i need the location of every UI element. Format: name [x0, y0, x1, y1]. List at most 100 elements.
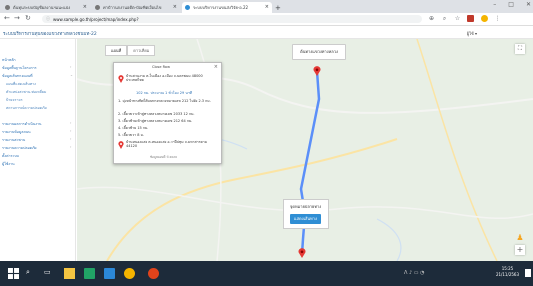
browser-toolbar: ← → ↻ ⓘ www.sample.go.th/project/map/ind…: [0, 13, 533, 26]
url-text: www.sample.go.th/project/map/index.php?: [53, 16, 139, 22]
popup-header: Close Row: [152, 65, 170, 69]
route-summary: 102 กม. ประมาณ 1 ชั่วโมง 29 นาที: [136, 91, 192, 95]
task-view-icon[interactable]: ▭: [44, 268, 55, 279]
edge-app-icon[interactable]: [104, 268, 115, 279]
windows-start-icon[interactable]: [8, 268, 19, 279]
origin-pin-icon: [118, 75, 124, 83]
sidebar-item-label: รายงานสะพาน: [2, 138, 26, 142]
notification-icon[interactable]: [525, 269, 531, 277]
map-type-tabs: แผนที่ ดาวเทียม: [105, 45, 156, 56]
fullscreen-button[interactable]: ⛶: [515, 44, 525, 54]
sidebar-item-label: ผู้ใช้งาน: [2, 162, 15, 166]
sidebar-item-project-info[interactable]: ข้อมูลพื้นฐานโครงการ ›: [2, 65, 71, 71]
chevron-down-icon: ⌄: [70, 73, 74, 77]
tab-map[interactable]: แผนที่: [105, 45, 128, 56]
sidebar-item-label: ตำแหน่งสะพาน-ท่อเหลี่ยม: [6, 90, 47, 94]
sidebar-item-report-bridges[interactable]: รายงานสะพาน ›: [2, 137, 71, 143]
destination-info-card: จุดหมายปลายทาง แสดงเส้นทาง: [283, 199, 329, 229]
bookmark-star-icon[interactable]: ☆: [454, 15, 461, 22]
direction-step: 2. เลี้ยวขวาเข้าสู่ทางหลวงหมายเลข 2033 1…: [118, 112, 195, 116]
chrome-app-icon[interactable]: [124, 268, 135, 279]
forward-arrow-icon[interactable]: →: [14, 14, 20, 22]
taskbar-clock[interactable]: 15:25 21/11/2563: [496, 266, 519, 278]
windows-taskbar: ⌕ ▭ ᐱ ♪ ▭ ◔ 15:25 21/11/2563: [0, 261, 533, 286]
sidebar-item-home[interactable]: หน้าหลัก: [2, 57, 16, 63]
user-menu[interactable]: ผู้ใช้ ▾: [467, 30, 477, 37]
sidebar-item-settings[interactable]: ตั้งค่าระบบ: [2, 153, 19, 159]
clock-date: 21/11/2563: [495, 272, 519, 277]
popup-footer: ข้อมูลแผนที่ ©2020: [150, 155, 177, 159]
pegman-icon[interactable]: ♟: [515, 233, 525, 243]
zoom-icon[interactable]: ⌕: [441, 15, 448, 22]
translate-icon[interactable]: ⊕: [428, 15, 435, 22]
sidebar: หน้าหลัก ข้อมูลพื้นฐานโครงการ › ข้อมูลเส้…: [0, 39, 76, 261]
sidebar-item-bridge-location[interactable]: ตำแหน่งสะพาน-ท่อเหลี่ยม: [6, 89, 46, 95]
direction-step: 4. เลี้ยวซ้าย 15 กม.: [118, 126, 149, 130]
close-tab-icon[interactable]: ×: [173, 4, 177, 10]
sidebar-item-safety[interactable]: สถานการณ์ความปลอดภัย: [6, 105, 47, 111]
sidebar-item-map-route[interactable]: แผนที่แสดงเส้นทาง: [6, 81, 36, 87]
destination-marker-icon[interactable]: [298, 248, 306, 258]
directions-popup: Close Row × บ้านสวนงาม ต.ในเมือง อ.เมือง…: [113, 62, 222, 164]
sidebar-item-traffic-signs[interactable]: ป้ายจราจร: [6, 97, 23, 103]
sidebar-item-report-safety[interactable]: รายงานความปลอดภัย ›: [2, 145, 71, 151]
file-explorer-icon[interactable]: [64, 268, 75, 279]
zoom-in-button[interactable]: +: [515, 245, 525, 255]
close-icon[interactable]: ×: [214, 64, 218, 70]
sidebar-item-label: ตั้งค่าระบบ: [2, 154, 19, 158]
minimize-button[interactable]: –: [493, 1, 496, 8]
sidebar-item-route-map[interactable]: ข้อมูลเส้นทางแผนที่ ⌄: [2, 73, 73, 79]
firefox-app-icon[interactable]: [148, 268, 159, 279]
profile-avatar[interactable]: [481, 15, 488, 22]
sidebar-item-label: รายงานผลการดำเนินงาน: [2, 122, 42, 126]
reload-icon[interactable]: ↻: [25, 14, 31, 22]
close-tab-icon[interactable]: ×: [265, 4, 269, 10]
sidebar-item-report-progress[interactable]: รายงานผลการดำเนินงาน ›: [2, 121, 71, 127]
tab-title: ระบบบริหารงานขนส่งวิจัย-อ.22: [193, 5, 249, 10]
tab-satellite[interactable]: ดาวเทียม: [127, 45, 156, 56]
sidebar-item-report-roads[interactable]: รายงานข้อมูลถนน ›: [2, 129, 71, 135]
direction-step: 5. เลี้ยวขวา 8 ม.: [118, 133, 145, 137]
browser-tab-1[interactable]: ต้นทุนระบบบัญชีผลงานฯแนะแบ่ง ×: [2, 2, 90, 13]
browser-tab-2[interactable]: ค่าปำานกงานอดีต-บัณฑิตเงื่อนไข ×: [92, 2, 180, 13]
window-controls: – □ ✕: [493, 1, 531, 8]
sidebar-item-label: ป้ายจราจร: [6, 98, 23, 102]
system-tray-icons[interactable]: ᐱ ♪ ▭ ◔: [404, 270, 424, 276]
show-route-button[interactable]: แสดงเส้นทาง: [290, 214, 321, 224]
back-arrow-icon[interactable]: ←: [4, 14, 10, 22]
address-bar[interactable]: ⓘ www.sample.go.th/project/map/index.php…: [42, 15, 422, 23]
sidebar-item-label: หน้าหลัก: [2, 58, 16, 62]
app-header: ระบบบริหารงานทุนของแขวงทางหลวงชนบท-22 ผู…: [0, 26, 533, 39]
tab-favicon-icon: [95, 5, 100, 10]
sidebar-item-label: ข้อมูลพื้นฐานโครงการ: [2, 66, 37, 70]
extension-icon[interactable]: [467, 15, 474, 22]
search-icon[interactable]: ⌕: [26, 268, 37, 279]
sidebar-item-label: ข้อมูลเส้นทางแผนที่: [2, 74, 33, 78]
new-tab-button[interactable]: +: [274, 2, 284, 13]
close-window-button[interactable]: ✕: [526, 1, 531, 8]
chevron-right-icon: ›: [70, 145, 72, 149]
chevron-right-icon: ›: [70, 137, 72, 141]
destination-label: จุดหมายปลายทาง: [290, 204, 322, 209]
sidebar-item-users[interactable]: ผู้ใช้งาน: [2, 161, 15, 167]
tab-title: ค่าปำานกงานอดีต-บัณฑิตเงื่อนไข: [103, 5, 162, 10]
origin-label: ต้นทางแขวงทางหลวง: [292, 44, 346, 60]
origin-address: บ้านสวนงาม ต.ในเมือง อ.เมือง จ.นครพนม 48…: [126, 74, 203, 83]
sidebar-item-label: สถานการณ์ความปลอดภัย: [6, 106, 47, 110]
app-title[interactable]: ระบบบริหารงานทุนของแขวงทางหลวงชนบท-22: [3, 30, 97, 37]
destination-pin-icon: [118, 141, 124, 149]
direction-step: 3. เลี้ยวซ้ายเข้าสู่ทางหลวงหมายเลข 212 6…: [118, 119, 193, 123]
tab-title: ต้นทุนระบบบัญชีผลงานฯแนะแบ่ง: [13, 5, 71, 10]
maximize-button[interactable]: □: [508, 1, 514, 8]
close-tab-icon[interactable]: ×: [83, 4, 87, 10]
excel-app-icon[interactable]: [84, 268, 95, 279]
destination-address: บ้านหนองแสง ต.หนองแสง อ.วาปีปทุม จ.มหาสา…: [126, 140, 208, 149]
browser-tab-3[interactable]: ระบบบริหารงานขนส่งวิจัย-อ.22 ×: [182, 2, 272, 13]
sidebar-item-label: แผนที่แสดงเส้นทาง: [6, 82, 36, 86]
browser-tab-strip: ต้นทุนระบบบัญชีผลงานฯแนะแบ่ง × ค่าปำานกง…: [0, 0, 533, 13]
chevron-right-icon: ›: [70, 121, 72, 125]
origin-marker-icon[interactable]: [313, 66, 321, 76]
tab-favicon-icon: [5, 5, 10, 10]
direction-step: 1. มุ่งหน้าทางทิศใต้บนทางหลวงหมายเลข 212…: [118, 99, 211, 103]
menu-dots-icon[interactable]: ⋮: [494, 15, 501, 22]
